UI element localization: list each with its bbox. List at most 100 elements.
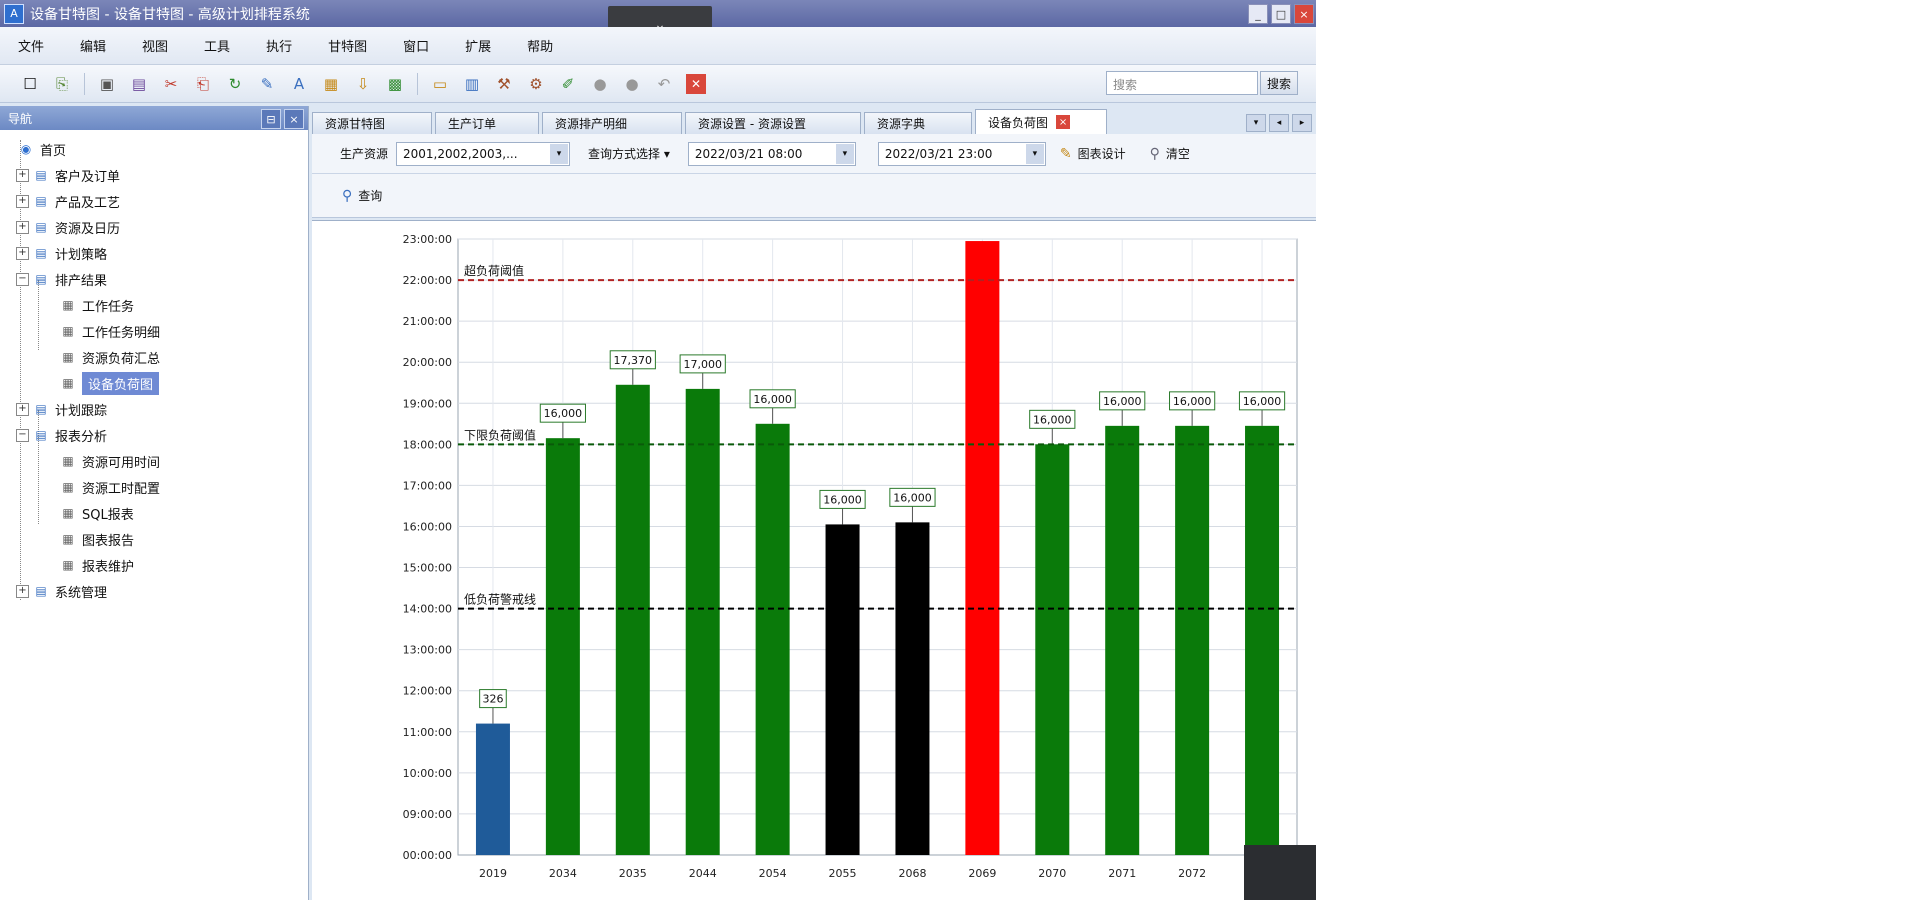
toolbar: ☐ ⎘ ▣ ▤ ✂ ⎗ ↻ ✎ A ▦ ⇩ ▩ ▭ ▥ ⚒ ⚙ ✐ ● ● ↶ … (0, 65, 1316, 103)
package-icon[interactable]: ▦ (321, 74, 341, 94)
chevron-left-icon[interactable]: ◂ (1269, 114, 1289, 132)
close-window-button[interactable]: × (1294, 4, 1314, 24)
paste-icon[interactable]: ⎗ (193, 74, 213, 94)
tab-resource-dictionary[interactable]: 资源字典 (864, 112, 972, 134)
tree-item-chart-report[interactable]: ▦ 图表报告 (0, 526, 308, 552)
chevron-down-icon[interactable]: ▾ (550, 143, 569, 164)
expand-icon[interactable]: + (16, 220, 29, 234)
menu-extend[interactable]: 扩展 (465, 36, 491, 55)
maximize-button[interactable]: □ (1271, 4, 1291, 24)
navigation-panel: 导航 ⊟ × ◉ 首页 + ▤ 客户及订单 + ▤ 产品及工艺 + ▤ 资源及日… (0, 106, 309, 900)
settings-icon[interactable]: ⚙ (526, 74, 546, 94)
tool-icon[interactable]: ⚒ (494, 74, 514, 94)
menu-window[interactable]: 窗口 (403, 36, 429, 55)
close-panel-icon[interactable]: × (284, 109, 304, 129)
menu-run[interactable]: 执行 (266, 36, 292, 55)
chart-settings-button[interactable]: ✎ 图表设计 (1060, 145, 1126, 162)
tree-item-report-maint[interactable]: ▦ 报表维护 (0, 552, 308, 578)
tab-resource-gantt[interactable]: 资源甘特图 (312, 112, 432, 134)
circle-icon[interactable]: ● (590, 74, 610, 94)
tree-item-resources[interactable]: + ▤ 资源及日历 (0, 214, 308, 240)
tree-item-orders[interactable]: + ▤ 客户及订单 (0, 162, 308, 188)
tree-item-system[interactable]: + ▤ 系统管理 (0, 578, 308, 604)
table-icon: ▦ (62, 454, 74, 468)
tree-item-tasks[interactable]: ▦ 工作任务 (0, 292, 308, 318)
undo-icon[interactable]: ↶ (654, 74, 674, 94)
menu-help[interactable]: 帮助 (527, 36, 553, 55)
save-icon[interactable]: ▣ (97, 74, 117, 94)
save-all-icon[interactable]: ▤ (129, 74, 149, 94)
expand-icon[interactable]: + (16, 168, 29, 182)
collapse-icon[interactable]: − (16, 428, 29, 442)
expand-icon[interactable]: + (16, 584, 29, 598)
tree-item-reports[interactable]: − ▤ 报表分析 (0, 422, 308, 448)
menu-tools[interactable]: 工具 (204, 36, 230, 55)
tree-item-products[interactable]: + ▤ 产品及工艺 (0, 188, 308, 214)
y-tick-label: 13:00:00 (403, 644, 452, 657)
tree-item-load-chart[interactable]: ▦ 设备负荷图 (0, 370, 308, 396)
close-tab-icon[interactable]: × (1056, 115, 1071, 129)
minimize-button[interactable]: _ (1248, 4, 1268, 24)
reference-line-label: 低负荷警戒线 (464, 592, 536, 607)
chevron-down-icon[interactable]: ▾ (835, 143, 854, 164)
new-icon[interactable]: ☐ (20, 74, 40, 94)
tab-production-orders[interactable]: 生产订单 (435, 112, 539, 134)
y-tick-label: 19:00:00 (403, 397, 452, 410)
calendar-icon[interactable]: ▭ (430, 74, 450, 94)
tree-item-available-time[interactable]: ▦ 资源可用时间 (0, 448, 308, 474)
bar (755, 423, 790, 855)
collapse-icon[interactable]: − (16, 272, 29, 286)
bar (1105, 425, 1140, 855)
grid-icon[interactable]: ▩ (385, 74, 405, 94)
close-icon[interactable]: ✕ (686, 73, 706, 94)
pin-icon[interactable]: ⊟ (261, 109, 281, 129)
search-button[interactable]: 搜索 (1260, 71, 1298, 95)
tab-resource-schedule-details[interactable]: 资源排产明细 (542, 112, 682, 134)
query-button[interactable]: ⚲ 查询 (342, 187, 382, 204)
tree-item-hours-config[interactable]: ▦ 资源工时配置 (0, 474, 308, 500)
resource-select[interactable]: 2001,2002,2003,... ▾ (396, 141, 571, 166)
expand-icon[interactable]: + (16, 246, 29, 260)
y-tick-label: 22:00:00 (403, 274, 452, 287)
tree-item-task-details[interactable]: ▦ 工作任务明细 (0, 318, 308, 344)
tab-resource-settings[interactable]: 资源设置 - 资源设置 (685, 112, 861, 134)
menu-edit[interactable]: 编辑 (80, 36, 106, 55)
tree-item-tracking[interactable]: + ▤ 计划跟踪 (0, 396, 308, 422)
clear-button[interactable]: ⚲ 清空 (1150, 145, 1190, 162)
nav-tree: ◉ 首页 + ▤ 客户及订单 + ▤ 产品及工艺 + ▤ 资源及日历 + ▤ 计 (0, 130, 308, 604)
y-tick-label: 11:00:00 (403, 726, 452, 739)
report-icon[interactable]: ▥ (462, 74, 482, 94)
menu-gantt[interactable]: 甘特图 (328, 36, 367, 55)
table-icon: ▦ (62, 532, 74, 546)
tree-item-sql-report[interactable]: ▦ SQL报表 (0, 500, 308, 526)
bar (685, 388, 720, 855)
tree-item-load-summary[interactable]: ▦ 资源负荷汇总 (0, 344, 308, 370)
end-time-input[interactable]: 2022/03/21 23:00 ▾ (877, 141, 1046, 166)
tree-item-results[interactable]: − ▤ 排产结果 (0, 266, 308, 292)
chevron-down-icon[interactable]: ▾ (1025, 143, 1044, 164)
search-input[interactable]: 搜索 (1106, 71, 1258, 95)
import-icon[interactable]: ⇩ (353, 74, 373, 94)
start-time-input[interactable]: 2022/03/21 08:00 ▾ (687, 141, 856, 166)
paint-icon[interactable]: ✐ (558, 74, 578, 94)
chevron-down-icon[interactable]: ▾ (1246, 114, 1266, 132)
tree-item-strategy[interactable]: + ▤ 计划策略 (0, 240, 308, 266)
chevron-right-icon[interactable]: ▸ (1292, 114, 1312, 132)
edit-icon[interactable]: ✎ (257, 74, 277, 94)
tree-item-home[interactable]: ◉ 首页 (0, 136, 308, 162)
text-icon[interactable]: A (289, 74, 309, 94)
tab-load-chart[interactable]: 设备负荷图 × (975, 109, 1107, 134)
expand-icon[interactable]: + (16, 402, 29, 416)
cut-icon[interactable]: ✂ (161, 74, 181, 94)
expand-icon[interactable]: + (16, 194, 29, 208)
x-tick-label: 2055 (829, 867, 857, 880)
refresh-icon[interactable]: ↻ (225, 74, 245, 94)
y-tick-label: 14:00:00 (403, 603, 452, 616)
x-tick-label: 2071 (1108, 867, 1136, 880)
copy-icon[interactable]: ⎘ (52, 74, 72, 94)
folder-icon: ▤ (35, 168, 47, 182)
menu-file[interactable]: 文件 (18, 36, 44, 55)
mode-select[interactable]: 查询方式选择 ▾ (588, 145, 670, 162)
circle2-icon[interactable]: ● (622, 74, 642, 94)
menu-view[interactable]: 视图 (142, 36, 168, 55)
